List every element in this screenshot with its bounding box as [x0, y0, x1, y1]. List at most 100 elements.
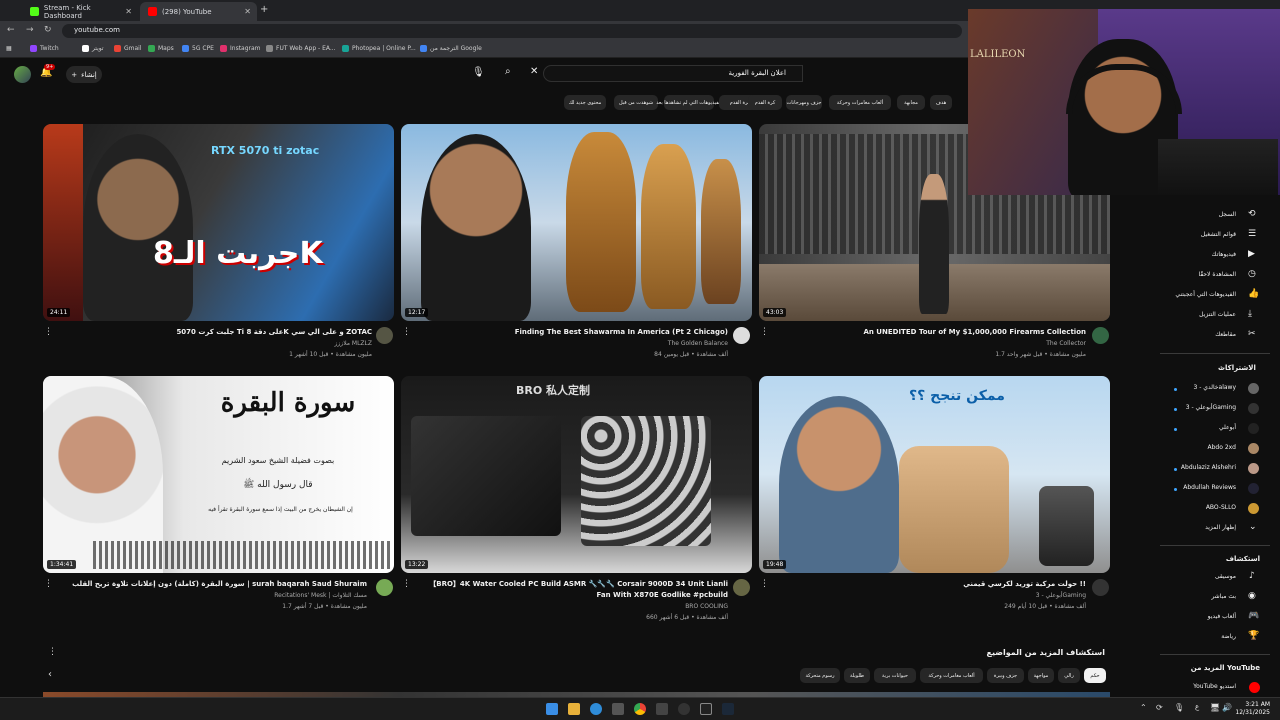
bookmark-maps[interactable]: Maps [148, 45, 174, 52]
channel-avatar[interactable] [1092, 579, 1109, 596]
chrome-icon[interactable] [634, 703, 646, 715]
video-title[interactable]: Finding The Best Shawarma In America (Pt… [418, 327, 728, 338]
microphone-icon[interactable]: 🎙 [472, 67, 485, 78]
channel-name[interactable]: BRO COOLING [418, 602, 728, 612]
channel-avatar[interactable] [376, 327, 393, 344]
video-title[interactable]: جلبت كرت 5070 Ti على دقة 8K و على الي سي… [60, 327, 372, 338]
store-icon[interactable] [612, 703, 624, 715]
start-icon[interactable] [546, 703, 558, 715]
topic-chip[interactable]: رالي [1058, 668, 1080, 683]
more-options-icon[interactable]: ⋮ [760, 579, 769, 589]
bookmark-fut-web-app[interactable]: FUT Web App - EA... [266, 45, 336, 52]
bookmark-instagram[interactable]: Instagram [220, 45, 261, 52]
sidebar-item-playlists[interactable]: قوائم التشغيل [1160, 231, 1236, 238]
channel-name[interactable]: ملاززز MLZLZ [60, 339, 373, 349]
video-thumbnail[interactable]: BRO 私人定制 13:22 [401, 376, 752, 573]
show-more-button[interactable]: إظهار المزيد [1160, 524, 1236, 531]
sidebar-item-downloads[interactable]: عمليات التنزيل [1160, 311, 1236, 318]
reload-icon[interactable]: ↻ [44, 25, 52, 35]
bookmark-google-translate[interactable]: الترجمة من Google [420, 45, 482, 52]
tray-icon[interactable]: ⟳ [1156, 703, 1163, 712]
topic-chip[interactable]: مواجهة [1028, 668, 1054, 683]
volume-icon[interactable]: 🔊 [1222, 703, 1232, 712]
back-icon[interactable]: ← [7, 25, 15, 35]
more-options-icon[interactable]: ⋮ [44, 327, 53, 337]
subscriptions-title[interactable]: الاشتراكات [1218, 364, 1256, 372]
channel-avatar[interactable] [733, 327, 750, 344]
tray-chevron-icon[interactable]: ⌃ [1140, 703, 1147, 712]
topic-chip[interactable]: حكم [1084, 668, 1106, 683]
subscription-item[interactable]: Abdo 2xd [1160, 444, 1236, 451]
youtube-studio-link[interactable]: YouTube استديو [1160, 683, 1236, 690]
subscription-item[interactable]: ABO-SLLO [1160, 504, 1236, 511]
bookmark-5g-cpe[interactable]: 5G CPE [182, 45, 214, 52]
explore-item-gaming[interactable]: ألعاب فيديو [1160, 613, 1236, 620]
more-options-icon[interactable]: ⋮ [760, 327, 769, 337]
video-title[interactable]: 【BRO】4K Water Cooled PC Build ASMR 🔧🔧🔧 C… [418, 579, 728, 601]
close-tab-icon[interactable]: ✕ [125, 7, 132, 16]
app-icon[interactable] [656, 703, 668, 715]
bookmark-twitch[interactable]: Twitch [30, 45, 59, 52]
topic-chip[interactable]: حيوانات برية [874, 668, 916, 683]
sidebar-item-liked-videos[interactable]: الفيديوهات التي أعجبتني [1160, 291, 1236, 298]
channel-name[interactable]: Recitations' Mesk | مسك التلاوات [60, 591, 367, 601]
bookmark-photopea[interactable]: Photopea | Online P... [342, 45, 416, 52]
chip[interactable]: شوهدت من قبل [614, 95, 658, 110]
topic-chip[interactable]: جزف وبيرة [987, 668, 1024, 683]
video-thumbnail[interactable]: 12:17 [401, 124, 752, 321]
system-clock[interactable]: 3:21 AM 12/31/2025 [1235, 701, 1270, 717]
url-input[interactable]: youtube.com [62, 24, 962, 38]
explore-item-live[interactable]: بث مباشر [1160, 593, 1236, 600]
file-explorer-icon[interactable] [568, 703, 580, 715]
edge-icon[interactable] [590, 703, 602, 715]
chip[interactable]: جزف ومهرجانات [786, 95, 822, 110]
steam-icon[interactable] [722, 703, 734, 715]
channel-avatar[interactable] [733, 579, 750, 596]
chip[interactable]: هدف [930, 95, 952, 110]
video-title[interactable]: حولت مركبة توريد لكرسي قيمني !! [776, 579, 1086, 590]
video-thumbnail[interactable]: RTX 5070 ti zotac جربت الـ8K 24:11 [43, 124, 394, 321]
explore-item-sports[interactable]: رياضة [1160, 633, 1236, 640]
more-options-icon[interactable]: ⋮ [44, 579, 53, 589]
search-icon[interactable]: ⌕ [505, 66, 511, 77]
more-options-icon[interactable]: ⋮ [402, 579, 411, 589]
video-title[interactable]: An UNEDITED Tour of My $1,000,000 Firear… [776, 327, 1086, 338]
chip[interactable]: ألعاب مغامرات وحركة [829, 95, 891, 110]
tab-youtube[interactable]: (298) YouTube ✕ [140, 2, 257, 21]
account-avatar[interactable] [14, 66, 31, 83]
subscription-item[interactable]: Abdullah Reviews [1160, 484, 1236, 491]
topic-chip[interactable]: رسوم متحركة [800, 668, 840, 683]
obs-icon[interactable] [678, 703, 690, 715]
subscription-item[interactable]: أبوعلي - 3Gaming [1160, 404, 1236, 411]
more-options-icon[interactable]: ⋮ [402, 327, 411, 337]
chip[interactable]: مجابهة [897, 95, 925, 110]
language-indicator[interactable]: ع [1195, 703, 1199, 711]
create-button[interactable]: + إنشاء [66, 66, 102, 83]
chip[interactable]: كرة القدم [748, 95, 782, 110]
subscription-item[interactable]: خالدي - 3alawy [1160, 384, 1236, 391]
more-options-icon[interactable]: ⋮ [48, 647, 57, 657]
chevron-left-icon[interactable]: ‹ [48, 669, 52, 680]
channel-name[interactable]: The Golden Balance [418, 339, 728, 349]
channel-avatar[interactable] [1092, 327, 1109, 344]
channel-name[interactable]: أبوعلي - 3Gaming [776, 591, 1086, 601]
channel-name[interactable]: The Collector [776, 339, 1086, 349]
sidebar-item-your-videos[interactable]: فيديوهاتك [1160, 251, 1236, 258]
channel-avatar[interactable] [376, 579, 393, 596]
microphone-tray-icon[interactable]: 🎙 [1174, 703, 1184, 712]
video-title[interactable]: سورة البقرة (كاملة) دون إعلانات تلاوة تر… [60, 579, 367, 590]
bookmark-gmail[interactable]: Gmail [114, 45, 142, 52]
chip[interactable]: محتوى جديد لك [564, 95, 606, 110]
clear-search-icon[interactable]: ✕ [530, 66, 538, 77]
search-input[interactable]: اعلان البقرة الفورية [543, 65, 803, 82]
bookmark-twitter[interactable]: تويتر [82, 45, 104, 52]
subscription-item[interactable]: Abdulaziz Alshehri [1160, 464, 1236, 471]
forward-icon[interactable]: → [26, 25, 34, 35]
new-tab-button[interactable]: + [260, 4, 268, 15]
video-thumbnail[interactable]: ممكن تنجح ؟؟ 19:48 [759, 376, 1110, 573]
sidebar-item-history[interactable]: السجل [1160, 211, 1236, 218]
tab-kick-dashboard[interactable]: Stream - Kick Dashboard ✕ [22, 2, 138, 21]
topic-chip[interactable]: ألعاب مغامرات وحركة [920, 668, 983, 683]
chip[interactable]: الفيديوهات التي لم تشاهدها بعد [656, 95, 722, 110]
sidebar-item-watch-later[interactable]: المشاهدة لاحقًا [1160, 271, 1236, 278]
